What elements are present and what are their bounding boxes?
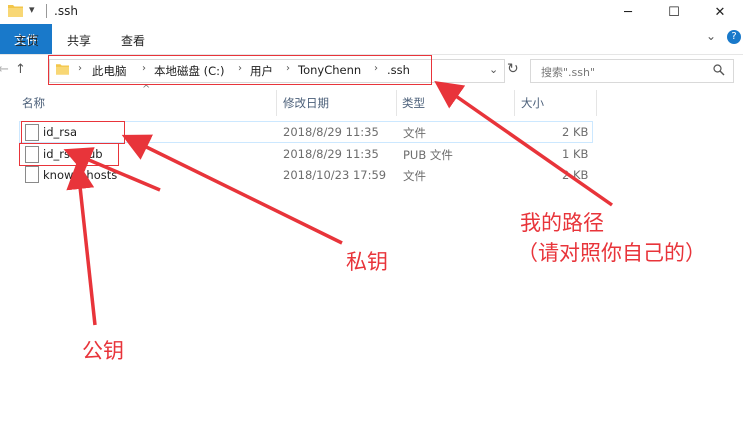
public-key-annotation: 公钥 [82, 339, 124, 363]
private-key-annotation: 私钥 [346, 250, 388, 274]
path-arrow [434, 80, 614, 207]
private-key-arrow-secondary [63, 147, 161, 192]
public-key-arrow [66, 161, 97, 326]
private-key-arrow [121, 134, 343, 245]
path-annotation-note: （请对照你自己的） [517, 241, 706, 265]
path-annotation: 我的路径 [520, 211, 604, 235]
annotation-arrows [63, 80, 614, 326]
